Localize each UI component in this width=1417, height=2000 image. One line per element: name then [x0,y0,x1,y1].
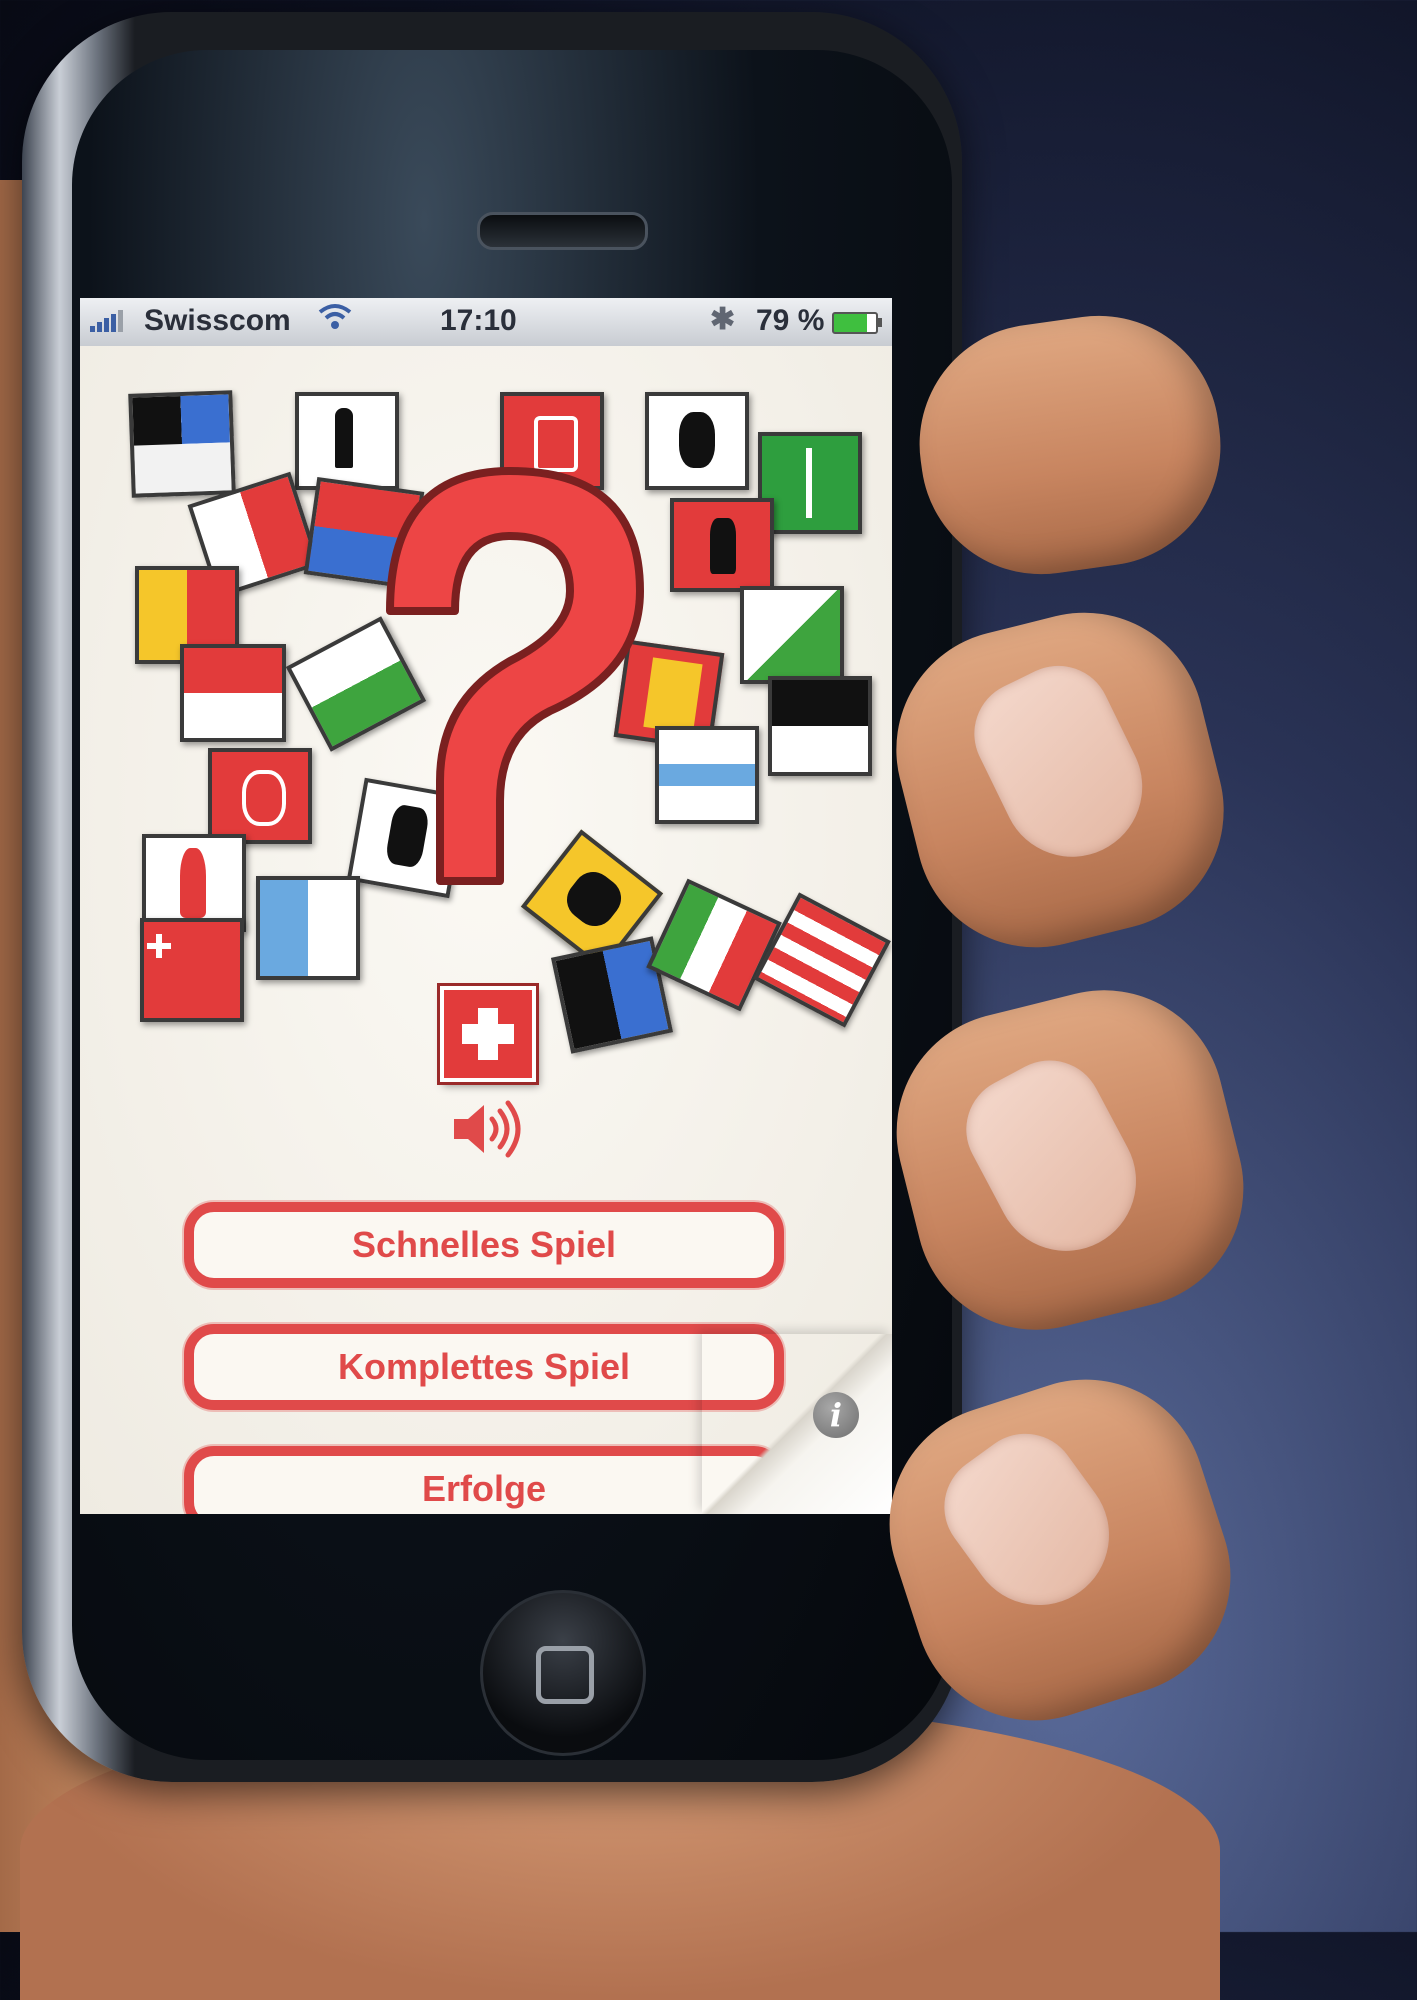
info-icon[interactable]: i [813,1392,859,1438]
battery-icon [832,312,882,334]
fingernail [947,1042,1161,1276]
flag-obwalden-icon [670,498,774,592]
flag-jura-icon [753,892,891,1028]
flag-sitten-icon [208,748,312,844]
swiss-flag-icon [440,986,536,1082]
flag-thurgau-icon [740,586,844,684]
flag-graubuenden-icon [128,390,236,498]
flag-freiburg-icon [768,676,872,776]
phone-screen: Swisscom 17:10 ✱ 79 % Schnelles Spiel Ko… [80,298,892,1514]
battery-percent: 79 % [756,304,825,337]
complete-game-button[interactable]: Komplettes Spiel [184,1324,784,1410]
earpiece-speaker [477,212,648,250]
achievements-button[interactable]: Erfolge [184,1446,784,1514]
page-curl[interactable] [702,1334,892,1514]
carrier-name: Swisscom [144,304,291,337]
status-bar: Swisscom 17:10 ✱ 79 % [80,298,892,346]
speaker-icon [454,1100,521,1158]
quick-game-button[interactable]: Schnelles Spiel [184,1202,784,1288]
sound-toggle-button[interactable] [450,1099,522,1159]
flag-solothurn-icon [180,644,286,742]
flag-schwyz-icon [140,918,244,1022]
question-mark-logo-icon [386,467,644,885]
bluetooth-icon: ✱ [710,303,736,336]
fingernail [956,648,1166,881]
home-button-icon [536,1646,594,1704]
status-time: 17:10 [440,304,517,337]
signal-strength-icon [90,310,123,332]
home-button[interactable] [480,1590,646,1756]
fingernail [923,1412,1137,1633]
wifi-icon [318,302,352,339]
